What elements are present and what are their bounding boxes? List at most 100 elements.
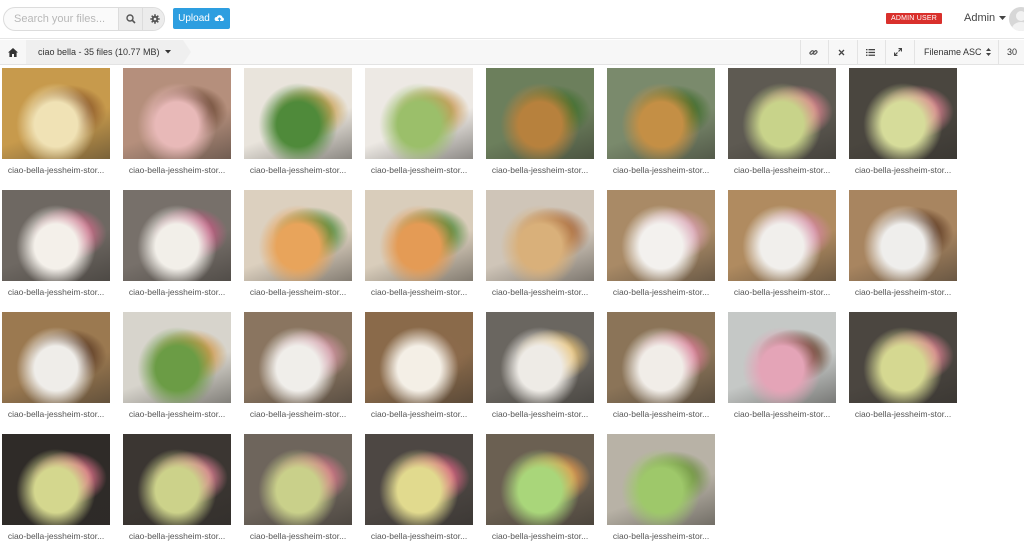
file-thumbnail[interactable] — [607, 312, 715, 403]
file-tile[interactable]: ciao-bella-jessheim-stor... — [244, 190, 352, 299]
file-tile[interactable]: ciao-bella-jessheim-stor... — [849, 312, 957, 421]
file-thumbnail[interactable] — [123, 190, 231, 281]
per-page-value: 30 — [1007, 47, 1018, 57]
file-tile[interactable]: ciao-bella-jessheim-stor... — [123, 312, 231, 421]
home-button[interactable] — [0, 40, 26, 64]
clear-button[interactable] — [828, 40, 853, 64]
file-tile[interactable]: ciao-bella-jessheim-stor... — [244, 312, 352, 421]
file-tile[interactable]: ciao-bella-jessheim-stor... — [728, 312, 836, 421]
file-tile[interactable]: ciao-bella-jessheim-stor... — [123, 434, 231, 543]
upload-button[interactable]: Upload — [173, 8, 230, 29]
file-name: ciao-bella-jessheim-stor... — [370, 409, 468, 419]
file-thumbnail[interactable] — [607, 190, 715, 281]
file-tile[interactable]: ciao-bella-jessheim-stor... — [2, 190, 110, 299]
file-tile[interactable]: ciao-bella-jessheim-stor... — [2, 68, 110, 177]
search-button[interactable] — [118, 8, 143, 30]
file-thumbnail[interactable] — [2, 434, 110, 525]
file-thumbnail[interactable] — [607, 434, 715, 525]
file-tile[interactable]: ciao-bella-jessheim-stor... — [849, 190, 957, 299]
user-avatar-icon[interactable] — [1009, 7, 1024, 31]
caret-down-icon — [164, 50, 171, 54]
cloud-upload-icon — [214, 15, 224, 23]
file-tile[interactable]: ciao-bella-jessheim-stor... — [486, 68, 594, 177]
file-name: ciao-bella-jessheim-stor... — [733, 165, 831, 175]
file-name: ciao-bella-jessheim-stor... — [854, 287, 952, 297]
file-thumbnail[interactable] — [486, 68, 594, 159]
file-thumbnail[interactable] — [728, 190, 836, 281]
file-name: ciao-bella-jessheim-stor... — [249, 531, 347, 541]
file-tile[interactable]: ciao-bella-jessheim-stor... — [123, 68, 231, 177]
file-thumbnail[interactable] — [365, 68, 473, 159]
file-name: ciao-bella-jessheim-stor... — [7, 165, 105, 175]
file-name: ciao-bella-jessheim-stor... — [491, 531, 589, 541]
top-bar: Upload ADMIN USER Admin — [0, 0, 1024, 39]
file-tile[interactable]: ciao-bella-jessheim-stor... — [607, 190, 715, 299]
file-thumbnail[interactable] — [123, 312, 231, 403]
file-tile[interactable]: ciao-bella-jessheim-stor... — [728, 68, 836, 177]
file-thumbnail[interactable] — [849, 68, 957, 159]
user-menu[interactable]: Admin — [964, 12, 1007, 24]
file-tile[interactable]: ciao-bella-jessheim-stor... — [728, 190, 836, 299]
file-tile[interactable]: ciao-bella-jessheim-stor... — [2, 434, 110, 543]
file-name: ciao-bella-jessheim-stor... — [249, 409, 347, 419]
file-thumbnail[interactable] — [244, 434, 352, 525]
close-icon — [838, 49, 844, 55]
file-thumbnail[interactable] — [2, 68, 110, 159]
file-thumbnail[interactable] — [486, 190, 594, 281]
file-tile[interactable]: ciao-bella-jessheim-stor... — [607, 68, 715, 177]
sort-icon — [985, 48, 991, 56]
gear-icon — [150, 14, 160, 24]
file-name: ciao-bella-jessheim-stor... — [7, 531, 105, 541]
file-thumbnail[interactable] — [365, 434, 473, 525]
file-tile[interactable]: ciao-bella-jessheim-stor... — [365, 68, 473, 177]
file-tile[interactable]: ciao-bella-jessheim-stor... — [486, 434, 594, 543]
file-name: ciao-bella-jessheim-stor... — [491, 287, 589, 297]
file-thumbnail[interactable] — [728, 312, 836, 403]
sort-select[interactable]: Filename ASC — [914, 40, 996, 64]
file-thumbnail[interactable] — [849, 190, 957, 281]
file-thumbnail[interactable] — [849, 312, 957, 403]
file-name: ciao-bella-jessheim-stor... — [491, 409, 589, 419]
file-name: ciao-bella-jessheim-stor... — [128, 409, 226, 419]
file-thumbnail[interactable] — [244, 190, 352, 281]
search-input[interactable] — [4, 8, 124, 30]
breadcrumb[interactable]: ciao bella - 35 files (10.77 MB) — [26, 40, 191, 64]
file-tile[interactable]: ciao-bella-jessheim-stor... — [123, 190, 231, 299]
file-tile[interactable]: ciao-bella-jessheim-stor... — [849, 68, 957, 177]
file-tile[interactable]: ciao-bella-jessheim-stor... — [244, 434, 352, 543]
file-thumbnail[interactable] — [244, 312, 352, 403]
file-thumbnail[interactable] — [123, 68, 231, 159]
file-thumbnail[interactable] — [486, 312, 594, 403]
file-name: ciao-bella-jessheim-stor... — [370, 165, 468, 175]
file-name: ciao-bella-jessheim-stor... — [854, 165, 952, 175]
list-view-button[interactable] — [857, 40, 882, 64]
file-tile[interactable]: ciao-bella-jessheim-stor... — [244, 68, 352, 177]
file-thumbnail[interactable] — [365, 190, 473, 281]
file-thumbnail[interactable] — [365, 312, 473, 403]
file-tile[interactable]: ciao-bella-jessheim-stor... — [365, 434, 473, 543]
file-tile[interactable]: ciao-bella-jessheim-stor... — [486, 190, 594, 299]
per-page-select[interactable]: 30 — [998, 40, 1024, 64]
file-thumbnail[interactable] — [2, 312, 110, 403]
file-name: ciao-bella-jessheim-stor... — [733, 287, 831, 297]
file-tile[interactable]: ciao-bella-jessheim-stor... — [2, 312, 110, 421]
file-tile[interactable]: ciao-bella-jessheim-stor... — [607, 434, 715, 543]
file-thumbnail[interactable] — [486, 434, 594, 525]
file-thumbnail[interactable] — [607, 68, 715, 159]
file-tile[interactable]: ciao-bella-jessheim-stor... — [607, 312, 715, 421]
link-icon — [808, 49, 818, 55]
file-name: ciao-bella-jessheim-stor... — [612, 165, 710, 175]
file-name: ciao-bella-jessheim-stor... — [7, 287, 105, 297]
file-tile[interactable]: ciao-bella-jessheim-stor... — [365, 312, 473, 421]
file-tile[interactable]: ciao-bella-jessheim-stor... — [365, 190, 473, 299]
file-name: ciao-bella-jessheim-stor... — [612, 531, 710, 541]
settings-button[interactable] — [142, 8, 164, 30]
fullscreen-button[interactable] — [885, 40, 910, 64]
file-tile[interactable]: ciao-bella-jessheim-stor... — [486, 312, 594, 421]
file-thumbnail[interactable] — [123, 434, 231, 525]
file-thumbnail[interactable] — [728, 68, 836, 159]
link-button[interactable] — [800, 40, 825, 64]
file-name: ciao-bella-jessheim-stor... — [7, 409, 105, 419]
file-thumbnail[interactable] — [2, 190, 110, 281]
file-thumbnail[interactable] — [244, 68, 352, 159]
